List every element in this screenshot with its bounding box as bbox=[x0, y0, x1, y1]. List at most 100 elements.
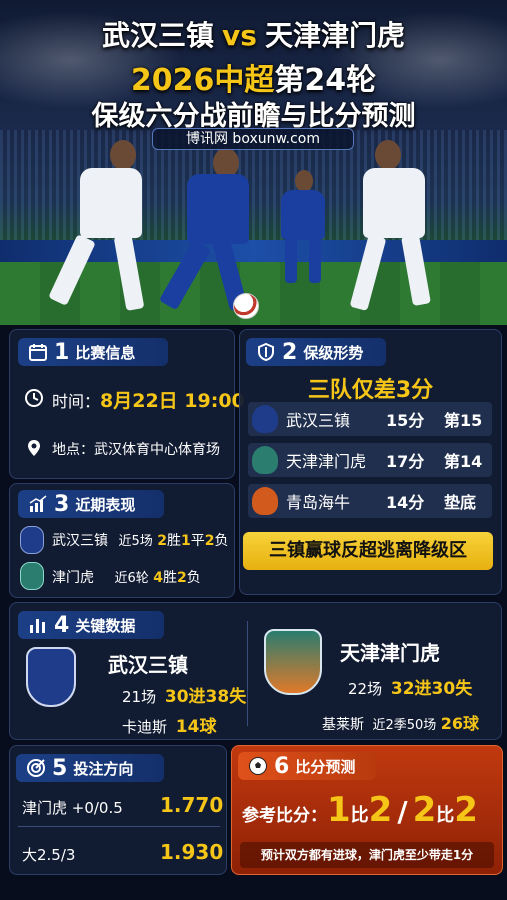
betting-card: 5 投注方向 津门虎 +0/0.5 1.770 大2.5/3 1.930 bbox=[9, 745, 227, 875]
match-venue: 地点：武汉体育中心体育场 bbox=[52, 439, 220, 459]
wins: 2 bbox=[157, 533, 167, 549]
score2-away: 2 bbox=[454, 790, 478, 830]
away-name: 天津津门虎 bbox=[340, 641, 440, 665]
time-label: 时间： bbox=[52, 392, 101, 411]
player-blue-back bbox=[275, 170, 335, 290]
losses-unit: 负 bbox=[186, 570, 201, 586]
away-scorer-goals: 26球 bbox=[440, 714, 480, 733]
score-prediction: 参考比分：1比2/2比2 bbox=[242, 790, 478, 830]
ref-label: 参考比分： bbox=[242, 806, 327, 826]
venue-label: 地点： bbox=[52, 442, 94, 458]
outcome-banner: 三镇赢球反超逃离降级区 bbox=[243, 532, 493, 570]
standings-points: 14分 bbox=[386, 493, 425, 512]
losses-unit: 负 bbox=[214, 533, 229, 549]
standings-rank: 垫底 bbox=[444, 493, 477, 512]
bet-odds-2: 1.930 bbox=[160, 840, 224, 864]
section-number: 1 bbox=[54, 339, 70, 365]
section-title-3: 3 近期表现 bbox=[18, 490, 164, 518]
losses: 2 bbox=[176, 570, 187, 586]
team-away-title: 天津津门虎 bbox=[264, 19, 405, 52]
section-title-text: 保级形势 bbox=[303, 343, 364, 362]
headline-league: 2026中超第24轮 bbox=[0, 55, 507, 99]
away-goals-for-against: 32进30失 bbox=[390, 679, 473, 699]
round-label: 第24轮 bbox=[274, 63, 377, 98]
standings-rank: 第14 bbox=[444, 452, 483, 471]
standings-team: 武汉三镇 bbox=[286, 411, 351, 430]
prediction-note-box: 预计双方都有进球，津门虎至少带走1分 bbox=[240, 842, 494, 868]
team-home-title: 武汉三镇 bbox=[102, 19, 215, 52]
section-number: 6 bbox=[274, 753, 290, 779]
home-goals-for-against: 30进38失 bbox=[164, 687, 247, 707]
section-title-5: 5 投注方向 bbox=[16, 754, 164, 782]
standings-team: 天津津门虎 bbox=[286, 452, 367, 471]
match-time: 时间：8月22日 19:00 bbox=[52, 386, 245, 413]
key-data-card: 4 关键数据 武汉三镇 21场 30进38失 卡迪斯 14球 天津津门虎 22场… bbox=[9, 602, 502, 740]
wins: 4 bbox=[153, 570, 163, 586]
location-pin-icon bbox=[28, 440, 40, 456]
time-value: 8月22日 19:00 bbox=[100, 390, 245, 412]
wuhan-logo bbox=[26, 647, 76, 707]
draws: 1 bbox=[180, 533, 191, 549]
football bbox=[233, 293, 259, 319]
section-number: 3 bbox=[54, 491, 70, 517]
standings-row: 青岛海牛 14分 垫底 bbox=[248, 484, 492, 518]
standings-row: 天津津门虎 17分 第14 bbox=[248, 443, 492, 477]
shield-icon bbox=[258, 342, 274, 362]
team-crest bbox=[252, 487, 278, 515]
form-team: 武汉三镇 bbox=[52, 533, 108, 549]
recent-form-card: 3 近期表现 武汉三镇 近5场 2胜1平2负 津门虎 近6轮 4胜2负 bbox=[9, 483, 235, 598]
bet-odds-1: 1.770 bbox=[160, 793, 224, 817]
hero-image: 武汉三镇 vs 天津津门虎 2026中超第24轮 保级六分战前瞻与比分预测 博讯网 … bbox=[0, 0, 507, 325]
section-title-2: 2 保级形势 bbox=[246, 338, 386, 366]
section-title-1: 1 比赛信息 bbox=[18, 338, 168, 366]
bet-label-1: 津门虎 +0/0.5 bbox=[22, 799, 123, 817]
standings-rank: 第15 bbox=[444, 411, 483, 430]
draws-unit: 平 bbox=[190, 533, 205, 549]
away-record: 22场 32进30失 bbox=[348, 674, 472, 699]
site-badge: 博讯网 boxunw.com bbox=[152, 128, 354, 150]
section-title-text: 投注方向 bbox=[73, 759, 134, 778]
divider bbox=[247, 621, 248, 726]
prediction-note: 预计双方都有进球，津门虎至少带走1分 bbox=[260, 848, 474, 862]
league-year: 2026中超 bbox=[130, 63, 275, 98]
headline-teams: 武汉三镇 vs 天津津门虎 bbox=[0, 14, 507, 54]
standings-team: 青岛海牛 bbox=[286, 493, 351, 512]
tianjin-logo bbox=[264, 629, 322, 695]
standings-points: 17分 bbox=[386, 452, 425, 471]
section-title-6: 6 比分预测 bbox=[238, 752, 376, 780]
section-number: 5 bbox=[52, 755, 68, 781]
home-name: 武汉三镇 bbox=[108, 653, 188, 677]
section-title-text: 比分预测 bbox=[295, 757, 356, 776]
section-title-text: 比赛信息 bbox=[75, 343, 136, 362]
form-period: 近6轮 bbox=[114, 571, 149, 586]
team-crest bbox=[252, 446, 278, 474]
section-title-4: 4 关键数据 bbox=[18, 611, 164, 639]
form-row-away: 津门虎 近6轮 4胜2负 bbox=[52, 567, 201, 587]
away-games: 22场 bbox=[348, 680, 383, 698]
match-info-card: 1 比赛信息 时间：8月22日 19:00 地点：武汉体育中心体育场 bbox=[9, 329, 245, 479]
home-games: 21场 bbox=[122, 688, 157, 706]
score-slash: / bbox=[397, 795, 408, 828]
form-team: 津门虎 bbox=[52, 570, 94, 586]
player-white-right bbox=[345, 140, 455, 320]
away-scorer-name: 基莱斯 bbox=[322, 717, 364, 733]
wins-unit: 胜 bbox=[166, 533, 181, 549]
standings-points: 15分 bbox=[386, 411, 425, 430]
player-white-left bbox=[40, 140, 150, 320]
target-icon bbox=[27, 759, 45, 777]
section-title-text: 关键数据 bbox=[75, 616, 136, 635]
score1-sep: 比 bbox=[350, 805, 369, 826]
form-row-home: 武汉三镇 近5场 2胜1平2负 bbox=[52, 530, 228, 550]
section-title-text: 近期表现 bbox=[75, 495, 136, 514]
vs-text: vs bbox=[222, 19, 257, 52]
tianjin-logo-small bbox=[20, 562, 44, 590]
venue-value: 武汉体育中心体育场 bbox=[94, 442, 220, 458]
score2-home: 2 bbox=[412, 790, 437, 830]
team-crest bbox=[252, 405, 278, 433]
score1-away: 2 bbox=[368, 790, 393, 830]
home-scorer: 卡迪斯 14球 bbox=[122, 712, 216, 737]
football-icon bbox=[249, 757, 267, 775]
away-scorer-note: 近2季50场 bbox=[372, 718, 437, 733]
form-period: 近5场 bbox=[118, 534, 153, 549]
home-record: 21场 30进38失 bbox=[122, 682, 246, 707]
